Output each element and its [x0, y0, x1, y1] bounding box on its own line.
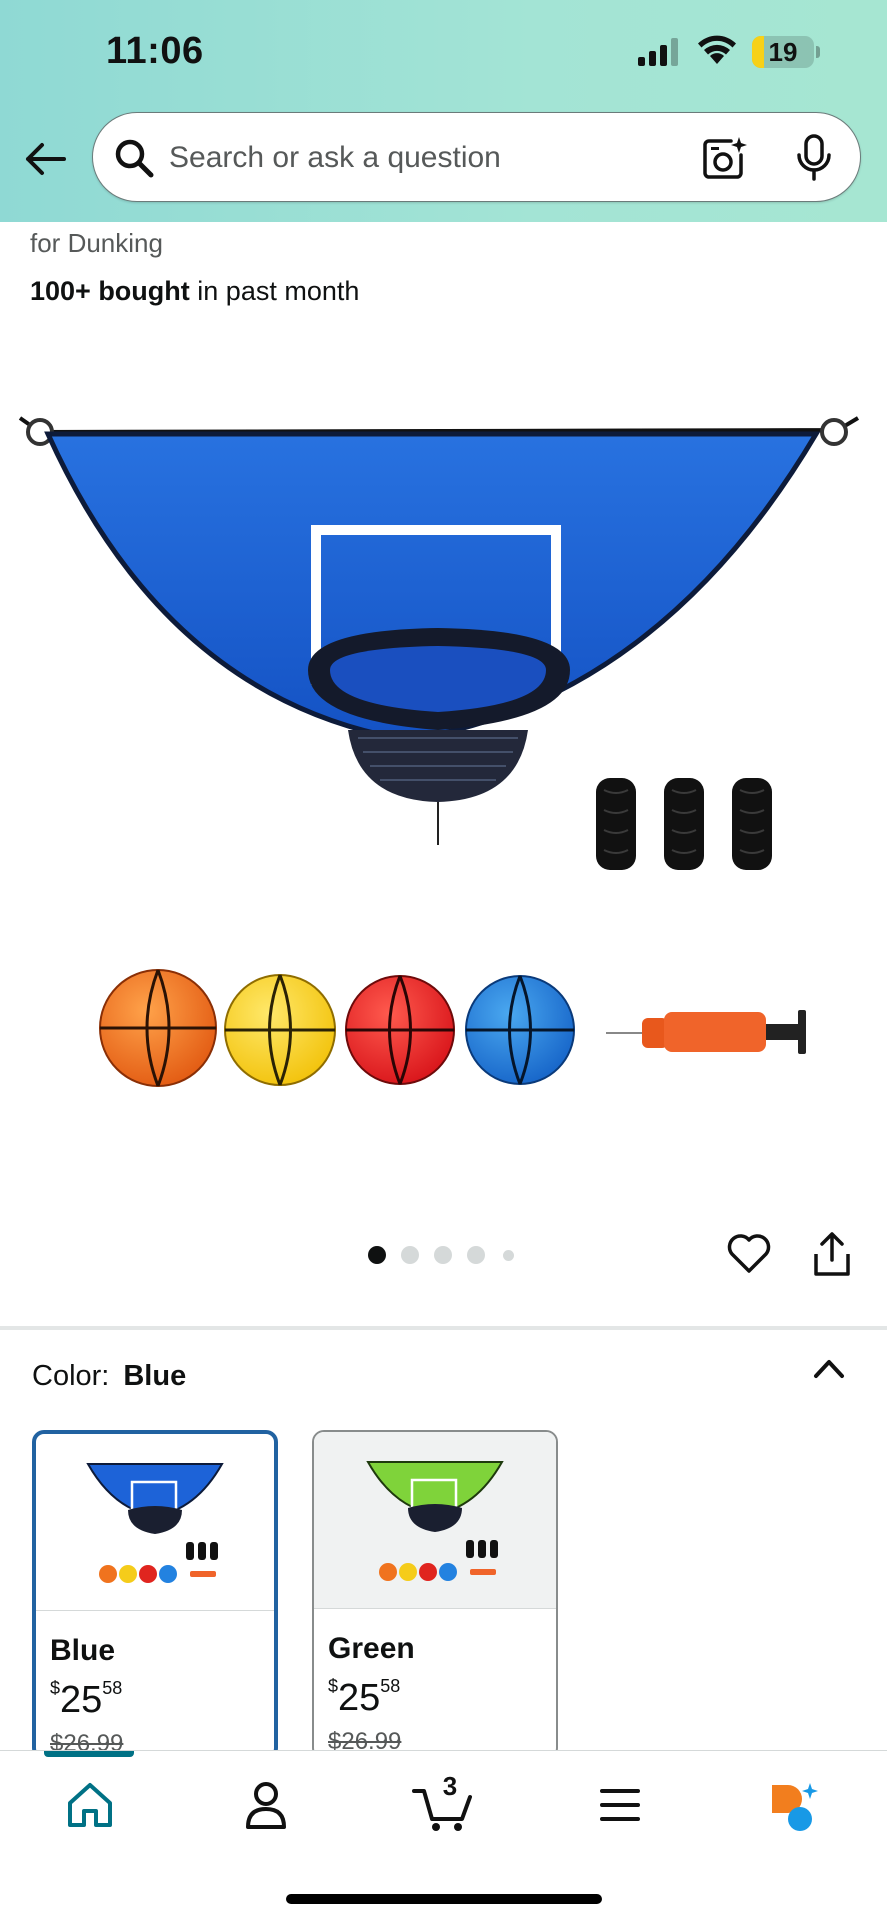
price-whole: 25 — [338, 1677, 381, 1719]
back-button[interactable] — [22, 136, 68, 182]
camera-sparkle-icon[interactable] — [701, 135, 747, 181]
cart-badge: 3 — [442, 1771, 458, 1801]
hoop-rim — [308, 628, 570, 845]
rufus-assistant-icon[interactable] — [762, 1777, 822, 1833]
battery-indicator: 19 — [752, 36, 820, 68]
pager-dot[interactable] — [368, 1246, 386, 1264]
swatch-name: Blue — [50, 1634, 116, 1667]
bought-count: 100+ bought in past month — [30, 276, 359, 307]
app-header: 11:06 19 — [0, 0, 887, 222]
pager-dot[interactable] — [467, 1246, 485, 1264]
home-indicator — [286, 1894, 602, 1904]
color-option-green[interactable]: Green $2558 $26.99 — [312, 1430, 558, 1760]
search-bar[interactable] — [92, 112, 861, 202]
account-icon[interactable] — [236, 1777, 296, 1833]
pager-dot[interactable] — [503, 1250, 514, 1261]
active-tab-indicator — [44, 1751, 134, 1757]
basketballs — [99, 969, 575, 1087]
heart-icon[interactable] — [726, 1232, 772, 1274]
color-selected-value: Blue — [123, 1360, 187, 1392]
wifi-icon — [698, 35, 736, 64]
battery-level: 19 — [768, 37, 798, 67]
home-icon[interactable] — [60, 1777, 120, 1833]
swatch-price: $2558 — [328, 1676, 400, 1720]
pager-dot[interactable] — [401, 1246, 419, 1264]
pager-dot[interactable] — [434, 1246, 452, 1264]
search-icon — [115, 139, 154, 178]
swatch-name: Green — [328, 1632, 415, 1665]
search-input[interactable] — [169, 133, 649, 183]
image-pager[interactable] — [368, 1246, 518, 1264]
section-divider — [0, 1326, 887, 1330]
swatch-thumbnail — [86, 1463, 224, 1583]
cart-button[interactable]: 3 — [410, 1771, 476, 1833]
product-image[interactable] — [18, 400, 870, 1100]
swatch-thumbnail — [314, 1432, 556, 1608]
product-title-tail: for Dunking — [30, 228, 163, 258]
bought-count-rest: in past month — [189, 276, 360, 306]
microphone-icon[interactable] — [796, 133, 832, 183]
price-currency: $ — [50, 1678, 61, 1698]
chevron-up-icon[interactable] — [812, 1354, 846, 1382]
menu-icon[interactable] — [590, 1777, 650, 1833]
status-time: 11:06 — [106, 30, 204, 72]
share-icon[interactable] — [812, 1230, 852, 1278]
color-option-blue[interactable]: Blue $2558 $26.99 — [32, 1430, 278, 1760]
color-label: Color: Blue — [32, 1360, 186, 1393]
bought-count-bold: 100+ bought — [30, 276, 190, 306]
price-whole: 25 — [60, 1679, 103, 1721]
swatch-price: $2558 — [50, 1678, 122, 1722]
cellular-signal-icon — [638, 38, 678, 66]
price-fraction: 58 — [380, 1676, 401, 1696]
air-pump — [606, 1010, 806, 1054]
price-currency: $ — [328, 1676, 339, 1696]
rope-bundles — [596, 778, 772, 870]
color-label-text: Color: — [32, 1360, 110, 1392]
price-fraction: 58 — [102, 1678, 123, 1698]
